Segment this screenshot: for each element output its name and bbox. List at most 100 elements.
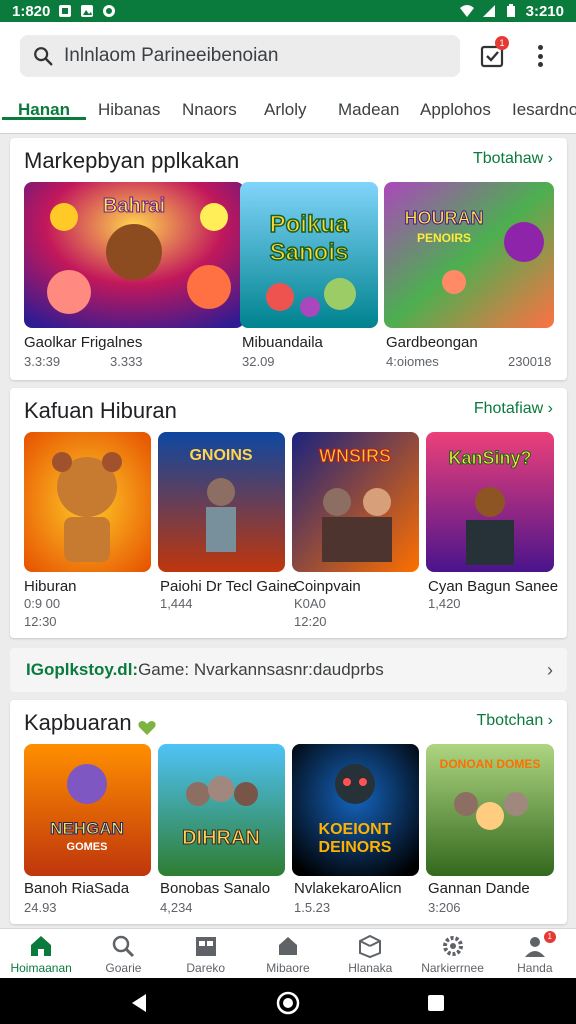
svg-text:HOURAN: HOURAN	[405, 208, 484, 228]
section-recommendations: Kapbuaran Tbotchan › NEHGAN GOMES Banoh R…	[10, 700, 567, 924]
game-tile-4[interactable]: KanSiny?	[426, 432, 554, 572]
game-name: Bonobas Sanalo	[160, 880, 271, 897]
app-header: Inlnlaom Parineeibenoian 1 Hanan Hibanas…	[0, 22, 576, 134]
back-icon[interactable]	[128, 992, 150, 1014]
more-options-icon[interactable]	[530, 42, 550, 70]
search-icon	[113, 935, 135, 958]
recent-apps-icon[interactable]	[426, 993, 446, 1013]
game-tile-2[interactable]: GNOINS	[158, 432, 285, 572]
game-thumbnail: NEHGAN GOMES	[24, 744, 151, 876]
image-icon	[81, 5, 94, 17]
game-rating: 0:9 00	[24, 596, 61, 611]
game-rating: K0A0	[294, 596, 326, 611]
section-featured: Markepbyan pplkakan Tbotahaw › Bahrai Ga…	[10, 138, 567, 380]
tab-hibanas[interactable]: Hibanas	[98, 92, 160, 120]
game-rating: 1,420	[428, 596, 461, 611]
section-title: Kapbuaran	[24, 710, 156, 736]
game-tile-4[interactable]: DONOAN DOMES	[426, 744, 554, 876]
game-thumbnail: GNOINS	[158, 432, 285, 572]
game-tile-1[interactable]	[24, 432, 151, 572]
game-name: NvlakekaroAlicn	[294, 880, 402, 897]
svg-text:DONOAN DOMES: DONOAN DOMES	[440, 757, 541, 771]
gear-icon	[442, 936, 463, 956]
game-thumbnail: Bahrai	[24, 182, 244, 328]
game-tile-3[interactable]: WNSIRS	[292, 432, 419, 572]
tab-nnaors[interactable]: Nnaors	[182, 92, 237, 120]
search-input[interactable]: Inlnlaom Parineeibenoian	[64, 45, 278, 67]
game-tile-3[interactable]: KOEIONT DEINORS	[292, 744, 419, 876]
game-thumbnail: HOURAN PENOIRS	[384, 182, 554, 328]
search-bar[interactable]: Inlnlaom Parineeibenoian	[20, 35, 460, 77]
svg-text:PENOIRS: PENOIRS	[417, 231, 471, 245]
see-all-link[interactable]: Fhotafiaw ›	[474, 400, 553, 418]
svg-text:DIHRAN: DIHRAN	[182, 827, 260, 849]
svg-text:WNSIRS: WNSIRS	[319, 446, 391, 466]
tab-madean[interactable]: Madean	[338, 92, 399, 120]
message-icon	[103, 5, 116, 17]
game-thumbnail: DIHRAN	[158, 744, 285, 876]
game-tile-1[interactable]: NEHGAN GOMES	[24, 744, 151, 876]
tab-arloly[interactable]: Arloly	[264, 92, 307, 120]
notification-badge: 1	[495, 36, 509, 50]
game-tile-2[interactable]: DIHRAN	[158, 744, 285, 876]
nav-search[interactable]: Goarie	[82, 929, 164, 978]
game-tile-1[interactable]: Bahrai	[24, 182, 244, 328]
game-name: Mibuandaila	[242, 334, 323, 351]
svg-text:GNOINS: GNOINS	[189, 447, 252, 464]
nav-library[interactable]: Dareko	[165, 929, 247, 978]
game-rating: 3.3:39	[24, 354, 61, 369]
section-entertainment: Kafuan Hiburan Fhotafiaw › Hiburan 0:9 0…	[10, 388, 567, 638]
svg-text:Poikua: Poikua	[270, 211, 349, 238]
game-name: Coinpvain	[294, 578, 361, 595]
tab-applohos[interactable]: Applohos	[420, 92, 491, 120]
see-all-link[interactable]: Tbotchan ›	[477, 712, 554, 730]
game-rating: 4,234	[160, 900, 193, 915]
game-name: Banoh RiaSada	[24, 880, 130, 897]
promo-prefix: IGoplkstoy.dl:	[26, 660, 139, 679]
nav-profile[interactable]: 1 Handa	[494, 929, 576, 978]
game-name: Paiohi Dr Tecl Gaine	[160, 578, 297, 595]
game-thumbnail: WNSIRS	[292, 432, 419, 572]
game-rating: 24.93	[24, 900, 57, 915]
nav-settings[interactable]: Narkierrnee	[411, 929, 493, 978]
svg-text:NEHGAN: NEHGAN	[50, 819, 124, 838]
system-navigation-bar	[0, 978, 576, 1024]
game-thumbnail: PoikuaSanois	[240, 182, 378, 328]
wifi-icon	[459, 5, 474, 17]
notification-icon	[59, 5, 72, 17]
game-rating: 4:oiomes	[386, 354, 439, 369]
game-rating: 3:206	[428, 900, 461, 915]
game-rating: 32.09	[242, 354, 275, 369]
search-icon	[34, 47, 53, 66]
game-thumbnail	[24, 432, 151, 572]
game-size: 3.333	[110, 354, 143, 369]
game-rating: 1,444	[160, 596, 193, 611]
nav-store[interactable]: Mibaore	[247, 929, 329, 978]
see-all-link[interactable]: Tbotahaw ›	[473, 150, 553, 168]
game-tile-2[interactable]: Poikua Sanois	[240, 182, 378, 328]
game-name: Hiburan	[24, 578, 77, 595]
svg-text:KOEIONT: KOEIONT	[319, 821, 392, 838]
game-thumbnail: DONOAN DOMES	[426, 744, 554, 876]
section-title: Markepbyan pplkakan	[24, 148, 240, 173]
svg-text:GOMES: GOMES	[67, 841, 108, 853]
tab-iesardnos[interactable]: Iesardnos	[512, 92, 576, 120]
signal-icon	[482, 5, 495, 17]
nav-box[interactable]: Hlanaka	[329, 929, 411, 978]
store-icon	[278, 937, 297, 955]
nav-home[interactable]: Hoimaanan	[0, 929, 82, 978]
game-rating: 1.5.23	[294, 900, 331, 915]
game-size: 12:30	[24, 614, 57, 629]
game-tile-3[interactable]: HOURAN PENOIRS	[384, 182, 554, 328]
home-button-icon[interactable]	[276, 991, 300, 1015]
svg-text:DEINORS: DEINORS	[319, 839, 392, 856]
battery-icon	[506, 4, 515, 17]
game-size: 230018	[508, 354, 552, 369]
section-title: Kafuan Hiburan	[24, 398, 177, 423]
tab-hanan[interactable]: Hanan	[2, 92, 86, 120]
promo-banner[interactable]: IGoplkstoy.dl: Game: Nvarkannsasnr:daudp…	[10, 648, 567, 692]
game-size: 12:20	[294, 614, 327, 629]
profile-badge: 1	[543, 931, 556, 943]
game-name: Gaolkar Frigalnes	[24, 334, 143, 351]
heart-icon	[138, 716, 156, 736]
